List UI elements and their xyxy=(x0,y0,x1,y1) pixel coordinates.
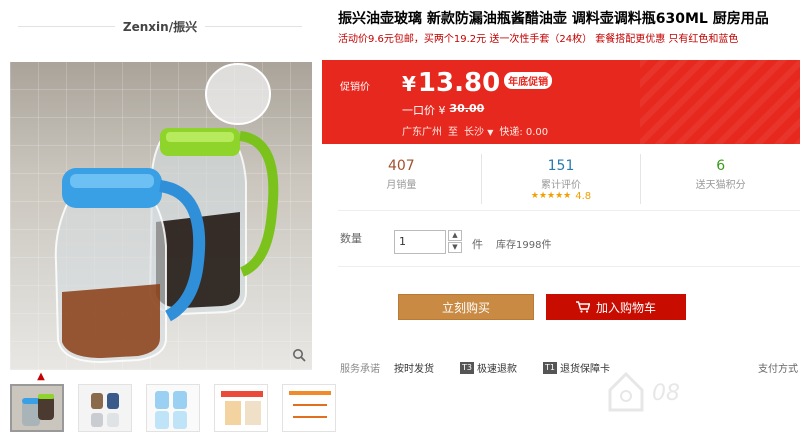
payment-methods[interactable]: 支付方式 xyxy=(758,360,798,375)
service-tag: T1 xyxy=(542,361,557,374)
thumbnail-image xyxy=(215,385,267,431)
chevron-up-icon[interactable]: ▲ xyxy=(34,372,48,382)
decorative-pattern xyxy=(640,60,800,144)
stat-value: 407 xyxy=(387,158,415,174)
product-subtitle: 活动价9.6元包邮，买两个19.2元 送一次性手套（24枚） 套餐搭配更优惠 只… xyxy=(338,34,739,45)
gallery-column: Zenxin/振兴 ▲ xyxy=(0,0,336,434)
shipping-row: 广东广州 至 长沙 ▼ 快递: 0.00 xyxy=(402,123,548,138)
ship-to: 长沙 xyxy=(464,127,484,138)
ship-from: 广东广州 xyxy=(402,127,442,138)
service-item-ontime[interactable]: 按时发货 xyxy=(394,360,434,375)
add-to-cart-label: 加入购物车 xyxy=(595,300,656,315)
quantity-decrease-button[interactable]: ▼ xyxy=(448,242,462,253)
shop-header: Zenxin/振兴 xyxy=(10,0,310,52)
stock-text: 库存1998件 xyxy=(496,240,552,251)
main-product-image[interactable] xyxy=(10,62,312,370)
ship-to-label: 至 xyxy=(448,127,458,138)
original-price: 30.00 xyxy=(449,102,485,115)
service-item-return[interactable]: T1 退货保障卡 xyxy=(542,360,610,375)
original-price-row: 一口价 ¥ 30.00 xyxy=(402,102,484,118)
cart-icon xyxy=(575,301,590,313)
quantity-input[interactable]: 1 xyxy=(394,230,446,254)
currency-symbol: ¥ xyxy=(402,72,416,96)
zoom-button[interactable] xyxy=(288,344,310,366)
quantity-unit: 件 xyxy=(472,238,483,251)
shop-name[interactable]: Zenxin/振兴 xyxy=(123,18,197,35)
stat-monthly-sales: 407 月销量 xyxy=(322,154,482,204)
magnifier-icon xyxy=(293,349,306,362)
star-icon: ★★★★★ xyxy=(530,191,572,201)
stats-bar: 407 月销量 151 累计评价 ★★★★★ 4.8 6 送天猫积分 xyxy=(322,154,800,204)
divider xyxy=(338,210,800,211)
ship-fee: 快递: 0.00 xyxy=(499,127,549,138)
promo-price: 13.80 xyxy=(417,68,501,98)
service-text: 退货保障卡 xyxy=(559,364,610,375)
promo-badge: 年底促销 xyxy=(504,72,553,89)
add-to-cart-button[interactable]: 加入购物车 xyxy=(546,294,686,320)
divider xyxy=(338,266,800,267)
promo-panel: 促销价 ¥ 13.80 年底促销 一口价 ¥ 30.00 广东广州 至 长沙 ▼… xyxy=(322,60,800,144)
thumbnail[interactable] xyxy=(214,384,268,432)
product-title: 振兴油壶玻璃 新款防漏油瓶酱醋油壶 调料壶调料瓶630ML 厨房用品 xyxy=(338,11,769,27)
buy-now-button[interactable]: 立刻购买 xyxy=(398,294,534,320)
thumbnail-strip xyxy=(10,384,336,432)
ship-to-select[interactable]: 长沙 ▼ xyxy=(464,123,493,138)
stat-reviews[interactable]: 151 累计评价 ★★★★★ 4.8 xyxy=(482,154,642,204)
divider xyxy=(18,25,115,27)
divider xyxy=(205,25,303,27)
rating-score: 4.8 xyxy=(575,191,592,202)
service-text: 按时发货 xyxy=(394,364,434,375)
thumbnail-image xyxy=(79,385,131,431)
product-page: Zenxin/振兴 ▲ 振兴油壶玻璃 新款防漏油瓶酱醋油壶 调料壶调料瓶630M… xyxy=(0,0,800,434)
original-price-label: 一口价 ¥ xyxy=(402,104,446,117)
quantity-increase-button[interactable]: ▲ xyxy=(448,230,462,241)
service-text: 极速退款 xyxy=(476,364,517,375)
thumbnail-image xyxy=(12,386,62,430)
promo-price-label: 促销价 xyxy=(340,82,370,93)
stat-label: 累计评价 xyxy=(541,180,581,191)
service-tag: T3 xyxy=(460,361,474,374)
rating-stars: ★★★★★ 4.8 xyxy=(482,191,641,202)
service-label: 服务承诺 xyxy=(340,364,380,375)
stat-label: 月销量 xyxy=(386,180,417,191)
price-row: ¥ 13.80 年底促销 xyxy=(402,68,553,98)
service-row: 服务承诺 按时发货 T3 极速退款 T1 退货保障卡 xyxy=(340,360,800,375)
stat-points: 6 送天猫积分 xyxy=(641,154,800,204)
service-item-refund[interactable]: T3 极速退款 xyxy=(460,360,517,375)
thumbnail[interactable] xyxy=(78,384,132,432)
thumbnail-image xyxy=(147,385,199,431)
thumbnail[interactable] xyxy=(10,384,64,432)
quantity-label: 数量 xyxy=(340,232,362,245)
thumbnail[interactable] xyxy=(146,384,200,432)
oil-bottles-illustration xyxy=(54,63,279,364)
stat-value: 6 xyxy=(716,158,726,174)
stat-value: 151 xyxy=(547,158,575,174)
chevron-down-icon: ▼ xyxy=(487,128,494,137)
stat-label: 送天猫积分 xyxy=(695,180,746,191)
product-info-column: 振兴油壶玻璃 新款防漏油瓶酱醋油壶 调料壶调料瓶630ML 厨房用品 活动价9.… xyxy=(322,0,800,434)
